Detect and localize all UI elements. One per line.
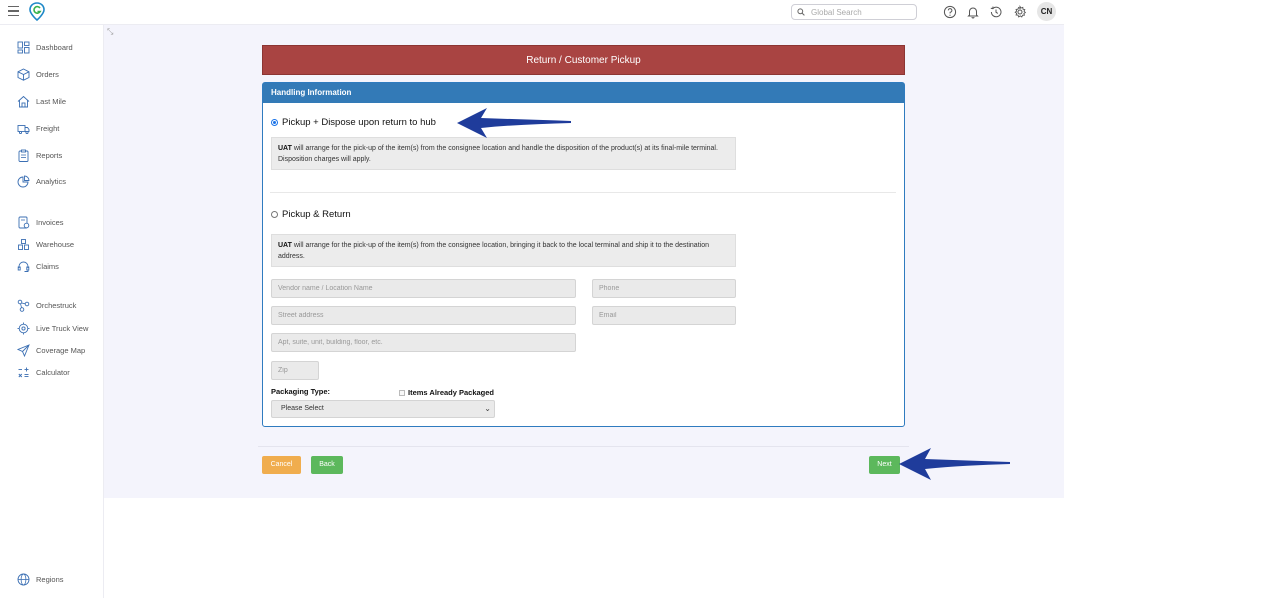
- bell-icon[interactable]: [966, 5, 980, 19]
- sidebar-item-label: Analytics: [36, 176, 67, 186]
- back-button[interactable]: Back: [311, 456, 343, 474]
- sidebar-item-claims[interactable]: Claims: [17, 259, 59, 273]
- option-label: Pickup + Dispose upon return to hub: [282, 117, 436, 128]
- checkbox-label: Items Already Packaged: [408, 388, 495, 397]
- sidebar-item-label: Warehouse: [36, 239, 75, 249]
- divider: [270, 192, 896, 193]
- sidebar-item-label: Invoices: [36, 217, 64, 227]
- sidebar-item-analytics[interactable]: Analytics: [17, 174, 66, 188]
- search-input[interactable]: [811, 6, 911, 18]
- sidebar-item-label: Orders: [36, 69, 59, 79]
- chevron-down-icon: ⌄: [484, 404, 491, 413]
- radio-pickup-dispose[interactable]: [271, 119, 278, 126]
- page-title: Return / Customer Pickup: [262, 45, 905, 75]
- history-icon[interactable]: [989, 5, 1003, 19]
- option-label: Pickup & Return: [282, 209, 351, 220]
- company-name: UAT: [278, 145, 292, 152]
- option-description: UAT will arrange for the pick-up of the …: [271, 137, 736, 170]
- items-already-packaged-checkbox[interactable]: Items Already Packaged: [399, 388, 494, 397]
- sidebar-item-coverage-map[interactable]: Coverage Map: [17, 343, 85, 357]
- company-name: UAT: [278, 242, 292, 249]
- sidebar-item-label: Orchestruck: [36, 300, 77, 310]
- gear-icon[interactable]: [1013, 5, 1027, 19]
- sidebar-item-last-mile[interactable]: Last Mile: [17, 94, 66, 108]
- hamburger-menu-icon[interactable]: [8, 6, 19, 17]
- option-pickup-return[interactable]: Pickup & Return: [271, 209, 351, 220]
- packaging-type-select[interactable]: Please Select ⌄: [271, 400, 495, 418]
- global-search[interactable]: [791, 4, 917, 20]
- option-pickup-dispose[interactable]: Pickup + Dispose upon return to hub: [271, 117, 436, 128]
- next-button[interactable]: Next: [869, 456, 900, 474]
- description-text: will arrange for the pick-up of the item…: [278, 145, 718, 163]
- sidebar-item-reports[interactable]: Reports: [17, 148, 62, 162]
- warehouse-icon: [18, 238, 29, 250]
- sidebar-item-invoices[interactable]: Invoices: [17, 215, 64, 229]
- sidebar-item-label: Live Truck View: [36, 323, 89, 333]
- description-text: will arrange for the pick-up of the item…: [278, 242, 709, 260]
- zip-field[interactable]: [271, 361, 319, 380]
- clipboard-icon: [18, 149, 29, 162]
- truck-icon: [17, 124, 30, 134]
- email-field[interactable]: [592, 306, 736, 325]
- sidebar-item-label: Coverage Map: [36, 345, 86, 355]
- help-icon[interactable]: [943, 5, 957, 19]
- target-icon: [17, 322, 30, 334]
- expand-icon[interactable]: ⤡: [107, 27, 113, 37]
- nodes-icon: [17, 299, 30, 312]
- user-avatar[interactable]: CN: [1037, 2, 1056, 21]
- analytics-icon: [17, 175, 30, 187]
- sidebar-item-label: Calculator: [36, 367, 70, 377]
- street-address-field[interactable]: [271, 306, 576, 325]
- vendor-name-field[interactable]: [271, 279, 576, 298]
- footer-divider: [258, 446, 909, 447]
- send-icon: [17, 343, 30, 357]
- sidebar-item-warehouse[interactable]: Warehouse: [17, 237, 74, 251]
- phone-field[interactable]: [592, 279, 736, 298]
- search-icon: [797, 8, 805, 16]
- top-bar: CN: [0, 0, 1064, 25]
- calculator-icon: [18, 367, 29, 377]
- globe-icon: [17, 573, 30, 585]
- invoice-icon: [18, 216, 30, 228]
- sidebar-item-regions[interactable]: Regions: [17, 572, 64, 586]
- packaging-type-label: Packaging Type:: [271, 387, 331, 396]
- sidebar-item-label: Claims: [36, 261, 59, 271]
- option-description: UAT will arrange for the pick-up of the …: [271, 234, 736, 267]
- select-value: Please Select: [281, 405, 324, 412]
- sidebar-item-label: Dashboard: [36, 42, 73, 52]
- apt-suite-field[interactable]: [271, 333, 576, 352]
- sidebar-item-label: Reports: [36, 150, 63, 160]
- sidebar-item-dashboard[interactable]: Dashboard: [17, 40, 73, 54]
- sidebar-item-live-truck-view[interactable]: Live Truck View: [17, 321, 88, 335]
- sidebar-item-label: Freight: [36, 123, 60, 133]
- annotation-arrow-icon: [457, 108, 571, 138]
- sidebar-item-orchestruck[interactable]: Orchestruck: [17, 298, 76, 312]
- house-icon: [17, 95, 30, 107]
- annotation-arrow-icon: [899, 448, 1010, 480]
- app-logo-icon[interactable]: [29, 2, 45, 21]
- sidebar-item-label: Last Mile: [36, 96, 67, 106]
- sidebar-item-calculator[interactable]: Calculator: [17, 365, 70, 379]
- box-icon: [17, 67, 30, 81]
- dashboard-icon: [17, 41, 30, 53]
- panel-title: Handling Information: [263, 83, 904, 103]
- sidebar-item-orders[interactable]: Orders: [17, 67, 59, 81]
- cancel-button[interactable]: Cancel: [262, 456, 301, 474]
- checkbox[interactable]: [399, 389, 405, 396]
- radio-pickup-return[interactable]: [271, 211, 278, 218]
- sidebar-item-label: Regions: [36, 574, 64, 584]
- headset-icon: [17, 261, 30, 272]
- sidebar-item-freight[interactable]: Freight: [17, 121, 59, 135]
